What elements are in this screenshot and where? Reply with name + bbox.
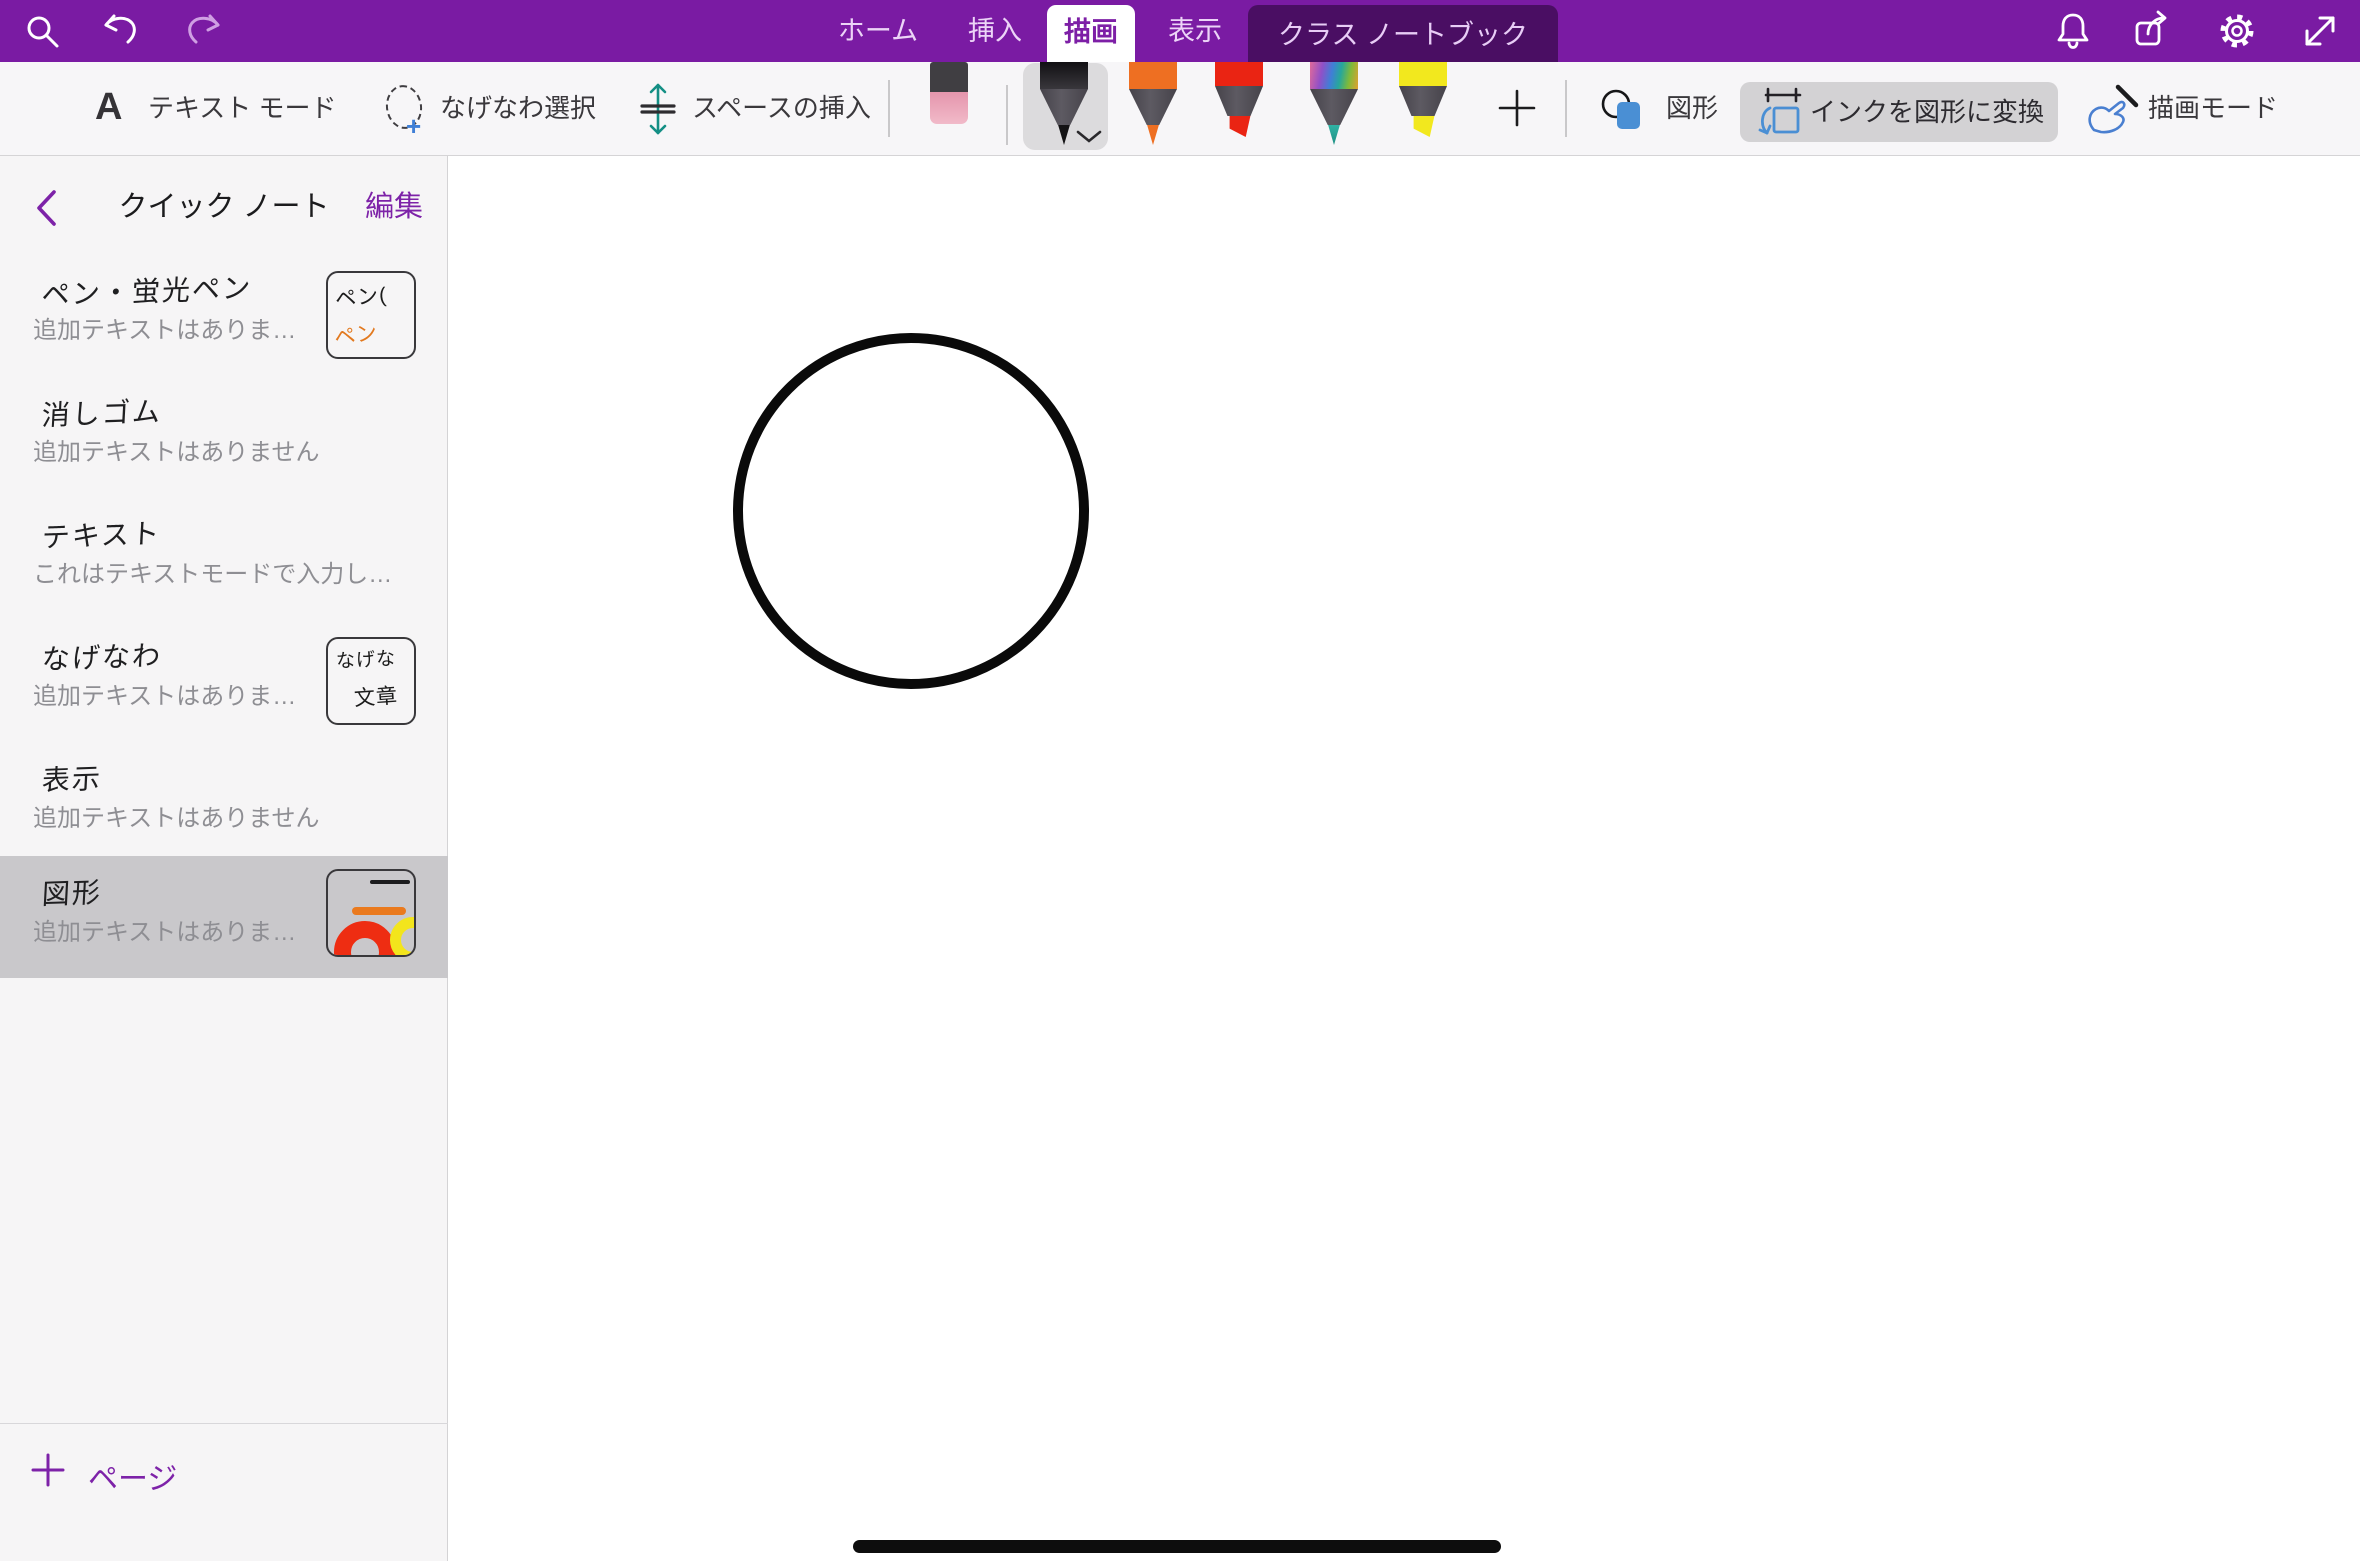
draw-toolbar: A テキスト モード + なげなわ選択 スペースの挿入 xyxy=(0,62,2360,156)
pen-nib xyxy=(1057,125,1071,145)
pen-tip xyxy=(1227,116,1253,137)
page-title: 消しゴム xyxy=(41,390,163,434)
shapes-button[interactable]: 図形 xyxy=(1666,62,1718,155)
thumb-ink-text: 文章 xyxy=(353,680,399,713)
add-page-label: ページ xyxy=(88,1454,177,1498)
tab-draw[interactable]: 描画 xyxy=(1047,5,1135,62)
settings-gear-icon[interactable] xyxy=(2215,9,2259,53)
ink-stroke-circle xyxy=(733,333,1089,689)
thumb-ink-text: なげな xyxy=(335,643,396,673)
page-subtitle: 追加テキストはありません xyxy=(33,798,320,833)
tab-class-notebook[interactable]: クラス ノートブック xyxy=(1248,5,1558,70)
pen-tip xyxy=(1411,116,1437,137)
tab-home[interactable]: ホーム xyxy=(828,0,928,62)
page-row-text[interactable]: テキスト これはテキストモードで入力し… xyxy=(0,502,448,624)
toolbar-divider xyxy=(888,80,890,137)
toolbar-divider xyxy=(1565,80,1567,137)
add-page-button[interactable]: ページ xyxy=(0,1423,448,1561)
convert-ink-label: インクを図形に変換 xyxy=(1810,82,2044,142)
page-thumbnail: ペン( ペン xyxy=(326,271,416,359)
eraser-cap xyxy=(930,62,968,92)
draw-mode-button[interactable]: 描画モード xyxy=(2148,62,2278,155)
galaxy-pen-tool[interactable] xyxy=(1310,62,1358,145)
page-row-shapes-selected[interactable]: 図形 追加テキストはありま… xyxy=(0,856,448,978)
insert-space-button[interactable]: スペースの挿入 xyxy=(692,62,871,155)
add-pen-icon[interactable] xyxy=(1494,85,1540,131)
pen-band xyxy=(1399,62,1447,86)
text-mode-icon[interactable]: A xyxy=(95,86,122,129)
sidebar-header: クイック ノート 編集 xyxy=(0,156,448,258)
top-app-bar: ホーム 挿入 描画 表示 クラス ノートブック xyxy=(0,0,2360,62)
red-highlighter-tool[interactable] xyxy=(1215,62,1263,137)
thumb-ink-black-line xyxy=(370,880,410,884)
pen-body xyxy=(1215,86,1263,116)
page-title: テキスト xyxy=(41,512,163,556)
thumb-ink-orange-line xyxy=(352,907,406,915)
thumb-ink-text: ペン xyxy=(332,316,380,352)
undo-icon[interactable] xyxy=(100,9,144,53)
tab-insert[interactable]: 挿入 xyxy=(950,0,1040,62)
page-subtitle: 追加テキストはありま… xyxy=(33,310,296,345)
page-row-view[interactable]: 表示 追加テキストはありません xyxy=(0,746,448,868)
insert-space-icon[interactable] xyxy=(640,82,676,136)
pen-nib xyxy=(1146,125,1160,145)
lasso-select-icon[interactable]: + xyxy=(386,85,422,129)
draw-mode-icon[interactable] xyxy=(2082,82,2140,136)
page-subtitle: 追加テキストはありま… xyxy=(33,676,296,711)
orange-pen-tool[interactable] xyxy=(1129,62,1177,145)
plus-icon xyxy=(28,1450,68,1490)
pen-body xyxy=(1399,86,1447,116)
toolbar-divider xyxy=(1006,85,1008,145)
onenote-app: ホーム 挿入 描画 表示 クラス ノートブック xyxy=(0,0,2360,1561)
page-subtitle: 追加テキストはありま… xyxy=(33,912,296,947)
lasso-select-button[interactable]: なげなわ選択 xyxy=(440,62,596,155)
pen-nib xyxy=(1327,125,1341,145)
pen-cone xyxy=(1129,89,1177,125)
back-chevron-icon[interactable] xyxy=(30,187,64,229)
eraser-tool[interactable] xyxy=(930,62,968,124)
page-row-pen-highlighter[interactable]: ペン・蛍光ペン 追加テキストはありま… ペン( ペン xyxy=(0,258,448,380)
page-subtitle: これはテキストモードで入力し… xyxy=(33,554,392,589)
page-row-eraser[interactable]: 消しゴム 追加テキストはありません xyxy=(0,380,448,502)
notebook-section-title: クイック ノート xyxy=(80,156,368,258)
page-list-sidebar: クイック ノート 編集 ペン・蛍光ペン 追加テキストはありま… ペン( ペン 消… xyxy=(0,156,448,1561)
black-pen-tool[interactable] xyxy=(1040,62,1088,145)
drawing-canvas[interactable] xyxy=(449,156,2360,1561)
page-title: 図形 xyxy=(41,871,103,913)
tab-view[interactable]: 表示 xyxy=(1155,0,1235,62)
pen-cone xyxy=(1310,89,1358,125)
eraser-body xyxy=(930,92,968,124)
thumb-ink-red-circle xyxy=(334,921,396,957)
page-title: 表示 xyxy=(41,757,103,799)
redo-icon[interactable] xyxy=(180,9,224,53)
share-icon[interactable] xyxy=(2131,9,2175,53)
page-row-lasso[interactable]: なげなわ 追加テキストはありま… なげな 文章 xyxy=(0,624,448,746)
pen-band xyxy=(1040,62,1088,89)
pen-band xyxy=(1215,62,1263,86)
thumb-ink-yellow-circle xyxy=(390,917,416,957)
convert-ink-icon xyxy=(1754,86,1806,140)
notifications-bell-icon[interactable] xyxy=(2051,9,2095,53)
page-thumbnail xyxy=(326,869,416,957)
pen-band xyxy=(1310,62,1358,89)
ink-stroke-line xyxy=(853,1540,1501,1553)
pen-band xyxy=(1129,62,1177,89)
thumb-ink-text: ペン( xyxy=(334,279,388,313)
page-title: なげなわ xyxy=(41,634,163,678)
pen-cone xyxy=(1040,89,1088,125)
edit-button[interactable]: 編集 xyxy=(365,156,423,258)
convert-ink-to-shape-button[interactable]: インクを図形に変換 xyxy=(1740,82,2058,142)
fullscreen-expand-icon[interactable] xyxy=(2298,9,2342,53)
shapes-icon[interactable] xyxy=(1600,84,1648,134)
page-subtitle: 追加テキストはありません xyxy=(33,432,320,467)
text-mode-button[interactable]: テキスト モード xyxy=(148,62,336,155)
page-title: ペン・蛍光ペン xyxy=(41,266,254,313)
page-thumbnail: なげな 文章 xyxy=(326,637,416,725)
search-icon[interactable] xyxy=(20,9,64,53)
yellow-highlighter-tool[interactable] xyxy=(1399,62,1447,137)
